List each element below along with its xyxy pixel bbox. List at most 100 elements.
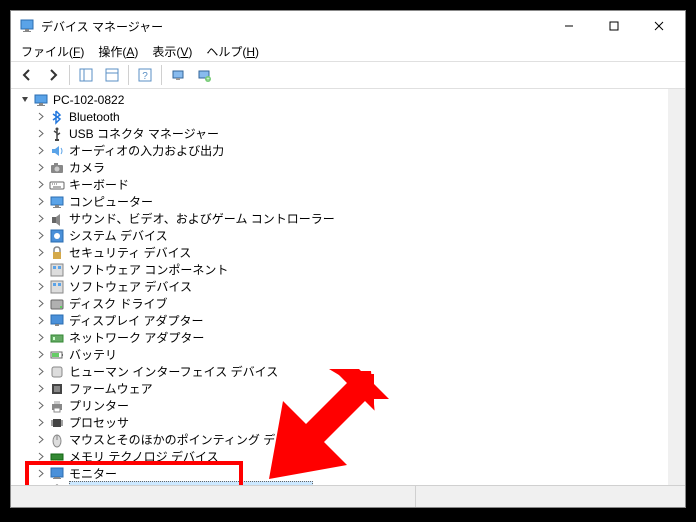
expand-icon[interactable]: [35, 366, 47, 378]
expand-icon[interactable]: [35, 264, 47, 276]
expand-icon[interactable]: [35, 128, 47, 140]
device-category-icon: [49, 245, 65, 261]
tree-item-label: Bluetooth: [69, 110, 120, 124]
expand-icon[interactable]: [35, 383, 47, 395]
expand-icon[interactable]: [35, 315, 47, 327]
vertical-scrollbar[interactable]: [668, 89, 685, 485]
device-category-icon: [49, 415, 65, 431]
expand-icon[interactable]: [35, 298, 47, 310]
tree-item[interactable]: マウスとそのほかのポインティング デバイス: [15, 431, 664, 448]
device-category-icon: [49, 228, 65, 244]
help-button[interactable]: ?: [133, 63, 157, 87]
expand-icon[interactable]: [35, 247, 47, 259]
expand-icon[interactable]: [35, 230, 47, 242]
menu-view[interactable]: 表示(V): [146, 41, 198, 62]
tree-item[interactable]: プリンター: [15, 397, 664, 414]
menu-action[interactable]: 操作(A): [92, 41, 144, 62]
minimize-button[interactable]: [546, 12, 591, 40]
tree-view[interactable]: PC-102-0822 BluetoothUSB コネクタ マネージャーオーディオ…: [11, 89, 668, 485]
svg-text:+: +: [206, 77, 210, 83]
show-hide-tree-button[interactable]: [74, 63, 98, 87]
tree-item[interactable]: キーボード: [15, 176, 664, 193]
device-manager-window: デバイス マネージャー ファイル(F) 操作(A) 表示(V) ヘルプ(H) ?…: [10, 10, 686, 508]
device-category-icon: [49, 330, 65, 346]
device-category-icon: [49, 449, 65, 465]
expand-icon[interactable]: [35, 417, 47, 429]
tree-item[interactable]: ソフトウェア コンポーネント: [15, 261, 664, 278]
expand-icon[interactable]: [35, 111, 47, 123]
expand-icon[interactable]: [35, 213, 47, 225]
expand-icon[interactable]: [35, 468, 47, 480]
collapse-icon[interactable]: [19, 94, 31, 106]
tree-item-label: マウスとそのほかのポインティング デバイス: [69, 431, 311, 448]
expand-icon[interactable]: [35, 162, 47, 174]
close-button[interactable]: [636, 12, 681, 40]
expand-icon[interactable]: [35, 349, 47, 361]
status-pane: [415, 486, 685, 507]
tree-item-label: USB コネクタ マネージャー: [69, 125, 219, 142]
tree-item-label: モニター: [69, 465, 117, 482]
tree-item-label: ネットワーク アダプター: [69, 329, 204, 346]
forward-button[interactable]: [41, 63, 65, 87]
maximize-button[interactable]: [591, 12, 636, 40]
tree-item[interactable]: カメラ: [15, 159, 664, 176]
device-category-icon: [49, 211, 65, 227]
device-category-icon: [49, 398, 65, 414]
tree-item[interactable]: プロセッサ: [15, 414, 664, 431]
tree-item-label: ソフトウェア コンポーネント: [69, 261, 228, 278]
tree-item[interactable]: ネットワーク アダプター: [15, 329, 664, 346]
statusbar: [11, 485, 685, 507]
tree-item[interactable]: サウンド、ビデオ、およびゲーム コントローラー: [15, 210, 664, 227]
device-category-icon: [49, 109, 65, 125]
separator: [161, 65, 162, 85]
tree-item[interactable]: Bluetooth: [15, 108, 664, 125]
device-category-icon: [49, 364, 65, 380]
properties-button[interactable]: [100, 63, 124, 87]
tree-item[interactable]: ソフトウェア デバイス: [15, 278, 664, 295]
window-controls: [546, 12, 681, 40]
tree-root[interactable]: PC-102-0822: [15, 91, 664, 108]
tree-item[interactable]: USB コネクタ マネージャー: [15, 125, 664, 142]
app-icon: [19, 18, 35, 34]
add-hardware-button[interactable]: +: [192, 63, 216, 87]
tree-item[interactable]: セキュリティ デバイス: [15, 244, 664, 261]
tree-item-label: プロセッサ: [69, 414, 129, 431]
tree-item-label: カメラ: [69, 159, 105, 176]
expand-icon[interactable]: [35, 451, 47, 463]
tree-item-label: コンピューター: [69, 193, 153, 210]
tree-item-label: バッテリ: [69, 346, 117, 363]
tree-item[interactable]: コンピューター: [15, 193, 664, 210]
expand-icon[interactable]: [35, 485, 47, 486]
tree-item[interactable]: ユニバーサル シリアル バス コントローラー: [15, 482, 664, 485]
device-category-icon: [49, 347, 65, 363]
toolbar: ? +: [11, 61, 685, 89]
tree-item[interactable]: オーディオの入力および出力: [15, 142, 664, 159]
expand-icon[interactable]: [35, 145, 47, 157]
svg-text:?: ?: [142, 71, 148, 82]
tree-item[interactable]: バッテリ: [15, 346, 664, 363]
menu-file[interactable]: ファイル(F): [15, 41, 90, 62]
expand-icon[interactable]: [35, 400, 47, 412]
expand-icon[interactable]: [35, 434, 47, 446]
tree-item-label: メモリ テクノロジ デバイス: [69, 448, 219, 465]
tree-item-label: キーボード: [69, 176, 129, 193]
back-button[interactable]: [15, 63, 39, 87]
tree-item[interactable]: ディスプレイ アダプター: [15, 312, 664, 329]
tree-item[interactable]: ヒューマン インターフェイス デバイス: [15, 363, 664, 380]
titlebar[interactable]: デバイス マネージャー: [11, 11, 685, 41]
menu-help[interactable]: ヘルプ(H): [200, 41, 265, 62]
tree-item[interactable]: ファームウェア: [15, 380, 664, 397]
scan-hardware-button[interactable]: [166, 63, 190, 87]
tree-item[interactable]: モニター: [15, 465, 664, 482]
expand-icon[interactable]: [35, 179, 47, 191]
status-pane: [11, 486, 415, 507]
tree-item[interactable]: メモリ テクノロジ デバイス: [15, 448, 664, 465]
device-category-icon: [49, 126, 65, 142]
device-category-icon: [49, 143, 65, 159]
tree-item[interactable]: ディスク ドライブ: [15, 295, 664, 312]
expand-icon[interactable]: [35, 281, 47, 293]
expand-icon[interactable]: [35, 196, 47, 208]
tree-item[interactable]: システム デバイス: [15, 227, 664, 244]
expand-icon[interactable]: [35, 332, 47, 344]
device-category-icon: [49, 279, 65, 295]
